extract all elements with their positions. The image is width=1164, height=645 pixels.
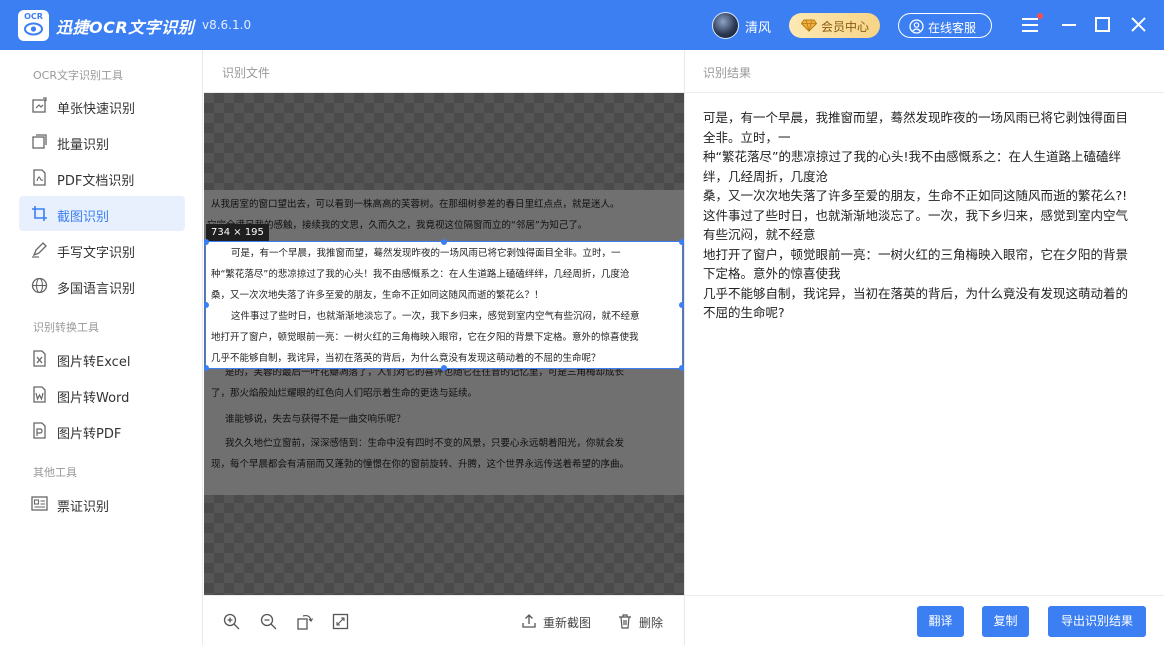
sidebar-item-handwriting[interactable]: 手写文字识别 bbox=[19, 232, 185, 267]
crop-icon bbox=[32, 206, 47, 221]
result-line: 地打开了窗户，顿觉眼前一亮：一树火红的三角梅映入眼帘，它在夕阳的背景 bbox=[703, 246, 1129, 262]
result-line: 可是，有一个早晨，我推窗而望，蓦然发现昨夜的一场风雨已将它剥蚀得面目 bbox=[703, 110, 1129, 125]
menu-button[interactable] bbox=[1019, 13, 1043, 37]
user-service-icon bbox=[909, 19, 924, 34]
file-pane-title: 识别文件 bbox=[222, 66, 271, 80]
pen-icon bbox=[32, 242, 47, 258]
result-line: 几乎不能够自制，我诧异，当初在落英的背后，为什么竟没有发现这萌动着的 bbox=[703, 285, 1129, 301]
group-title-other: 其他工具 bbox=[33, 466, 77, 479]
app-title: 迅捷OCR文字识别 bbox=[56, 18, 195, 37]
pdf-icon bbox=[33, 422, 46, 439]
sidebar-item-label: 图片转PDF bbox=[57, 427, 122, 442]
result-line: 桑，又一次次地失落了许多至爱的朋友，生命不正如同这随风而逝的繁花么?! bbox=[703, 188, 1128, 203]
sidebar-item-image-to-pdf[interactable]: 图片转PDF bbox=[19, 413, 185, 448]
pdf-document-icon bbox=[33, 169, 46, 186]
upload-icon bbox=[522, 614, 536, 628]
eye-icon bbox=[24, 22, 43, 36]
vip-center-label: 会员中心 bbox=[821, 20, 870, 34]
single-image-icon bbox=[32, 97, 47, 113]
recapture-button[interactable]: 重新截图 bbox=[521, 612, 601, 632]
globe-icon bbox=[31, 277, 48, 294]
close-icon bbox=[1131, 17, 1146, 32]
result-text-area[interactable]: 可是，有一个早晨，我推窗而望，蓦然发现昨夜的一场风雨已将它剥蚀得面目 全非。立时… bbox=[703, 108, 1143, 323]
sidebar-item-image-to-excel[interactable]: 图片转Excel bbox=[19, 341, 185, 376]
result-line: 绊，几经周折，几度沧 bbox=[703, 168, 829, 184]
maximize-button[interactable] bbox=[1091, 13, 1115, 37]
sidebar-item-label: PDF文档识别 bbox=[57, 174, 135, 189]
group-title-ocr: OCR文字识别工具 bbox=[33, 69, 123, 82]
selection-box[interactable]: 可是，有一个早晨，我推窗而望，蓦然发现昨夜的一场风雨已将它剥蚀得面目全非。立时，… bbox=[205, 241, 683, 369]
recapture-label: 重新截图 bbox=[543, 616, 592, 630]
sidebar-item-label: 图片转Excel bbox=[57, 355, 131, 370]
online-service-button[interactable]: 在线客服 bbox=[898, 13, 992, 38]
app-logo: OCR bbox=[18, 10, 49, 41]
title-bar: OCR 迅捷OCR文字识别 v8.6.1.0 清风 会员中心 在线客服 bbox=[0, 0, 1164, 50]
group-title-convert: 识别转换工具 bbox=[33, 321, 99, 334]
sidebar-item-multilanguage[interactable]: 多国语言识别 bbox=[19, 268, 185, 303]
sidebar-item-screenshot[interactable]: 截图识别 bbox=[19, 196, 185, 231]
sidebar: OCR文字识别工具 单张快速识别 批量识别 PDF文档识别 截图识别 手写文字识… bbox=[0, 50, 203, 645]
result-pane-title: 识别结果 bbox=[703, 66, 752, 80]
selection-handle[interactable] bbox=[441, 239, 447, 245]
rotate-icon[interactable] bbox=[296, 613, 313, 630]
sidebar-item-single-quick[interactable]: 单张快速识别 bbox=[19, 88, 185, 123]
pane-divider bbox=[684, 50, 685, 645]
logo-text: OCR bbox=[24, 12, 43, 21]
online-service-label: 在线客服 bbox=[928, 21, 977, 35]
copy-button[interactable]: 复制 bbox=[982, 606, 1029, 637]
trash-icon bbox=[619, 614, 631, 629]
doc-paragraph: 可是，有一个早晨，我推窗而望，蓦然发现昨夜的一场风雨已将它剥蚀得面目全非。立时，… bbox=[211, 248, 630, 301]
translate-button[interactable]: 翻译 bbox=[917, 606, 964, 637]
fit-screen-icon[interactable] bbox=[332, 613, 349, 630]
user-name[interactable]: 清风 bbox=[745, 17, 771, 36]
ticket-icon bbox=[31, 496, 48, 511]
sidebar-item-pdf[interactable]: PDF文档识别 bbox=[19, 160, 185, 195]
image-preview-canvas[interactable]: 从我居室的窗口望出去，可以看到一株高高的芙蓉树。在那细树参差的春日里红点点，就是… bbox=[204, 93, 684, 595]
file-pane-header: 识别文件 bbox=[204, 50, 684, 93]
word-icon bbox=[33, 386, 46, 403]
result-line: 下定格。意外的惊喜使我 bbox=[703, 266, 841, 281]
close-button[interactable] bbox=[1127, 13, 1151, 37]
selection-size-label: 734 × 195 bbox=[206, 224, 269, 242]
minimize-button[interactable] bbox=[1057, 13, 1081, 37]
sidebar-item-label: 单张快速识别 bbox=[57, 102, 136, 117]
sidebar-item-label: 多国语言识别 bbox=[57, 282, 136, 297]
notification-dot bbox=[1037, 13, 1043, 19]
maximize-icon bbox=[1095, 17, 1110, 32]
result-line: 种“繁花落尽”的悲凉掠过了我的心头!我不由感慨系之：在人生道路上磕磕绊 bbox=[703, 149, 1121, 164]
delete-label: 删除 bbox=[639, 616, 664, 630]
result-line: 不屈的生命呢? bbox=[703, 305, 785, 320]
zoom-out-icon[interactable] bbox=[260, 613, 277, 630]
image-toolbar: 重新截图 删除 bbox=[204, 595, 684, 645]
delete-button[interactable]: 删除 bbox=[617, 612, 669, 632]
sidebar-item-label: 票证识别 bbox=[57, 500, 110, 515]
result-line: 这件事过了些时日，也就渐渐地淡忘了。一次，我下乡归来，感觉到室内空气 bbox=[703, 207, 1129, 223]
sidebar-item-batch[interactable]: 批量识别 bbox=[19, 124, 185, 159]
sidebar-item-label: 手写文字识别 bbox=[57, 246, 136, 261]
doc-paragraph: 这件事过了些时日，也就渐渐地淡忘了。一次，我下乡归来，感觉到室内空气有些沉闷，就… bbox=[211, 311, 640, 364]
batch-icon bbox=[32, 134, 47, 149]
result-line: 全非。立时，一 bbox=[703, 129, 791, 145]
minimize-icon bbox=[1062, 24, 1076, 26]
sidebar-item-label: 批量识别 bbox=[57, 138, 110, 153]
sidebar-item-label: 图片转Word bbox=[57, 391, 130, 406]
vip-center-button[interactable]: 会员中心 bbox=[789, 13, 880, 38]
result-line: 有些沉闷，就不经意 bbox=[703, 227, 816, 242]
zoom-in-icon[interactable] bbox=[223, 613, 240, 630]
result-pane-header: 识别结果 bbox=[685, 50, 1164, 93]
result-action-bar: 翻译 复制 导出识别结果 bbox=[685, 595, 1164, 645]
sidebar-item-label: 截图识别 bbox=[57, 210, 110, 225]
selection-handle[interactable] bbox=[441, 365, 447, 371]
sidebar-item-image-to-word[interactable]: 图片转Word bbox=[19, 377, 185, 412]
app-version: v8.6.1.0 bbox=[202, 18, 252, 32]
sidebar-item-ticket[interactable]: 票证识别 bbox=[19, 486, 185, 521]
app-window: OCR 迅捷OCR文字识别 v8.6.1.0 清风 会员中心 在线客服 OCR文… bbox=[0, 0, 1164, 645]
user-avatar[interactable] bbox=[712, 12, 739, 39]
excel-icon bbox=[33, 350, 46, 367]
export-result-button[interactable]: 导出识别结果 bbox=[1048, 606, 1146, 637]
diamond-icon bbox=[801, 19, 817, 32]
